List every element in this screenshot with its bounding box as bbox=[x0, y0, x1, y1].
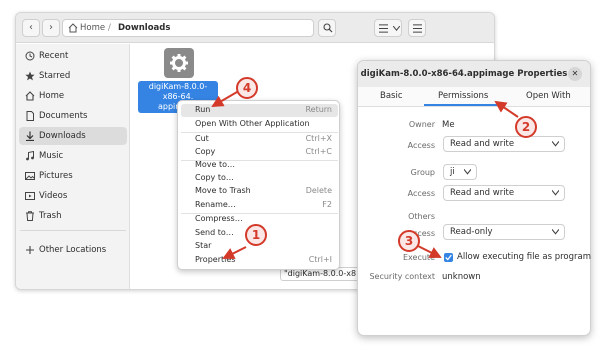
annotation-arrows bbox=[211, 91, 519, 259]
annotation-badge-2: 2 bbox=[515, 116, 537, 138]
arrow-2 bbox=[494, 100, 519, 118]
annotation-badge-4: 4 bbox=[236, 77, 258, 99]
annotation-badge-3: 3 bbox=[398, 230, 420, 252]
arrow-3 bbox=[417, 245, 442, 258]
annotation-badge-1: 1 bbox=[245, 224, 267, 246]
arrow-4 bbox=[211, 91, 238, 108]
arrow-1 bbox=[222, 246, 247, 259]
